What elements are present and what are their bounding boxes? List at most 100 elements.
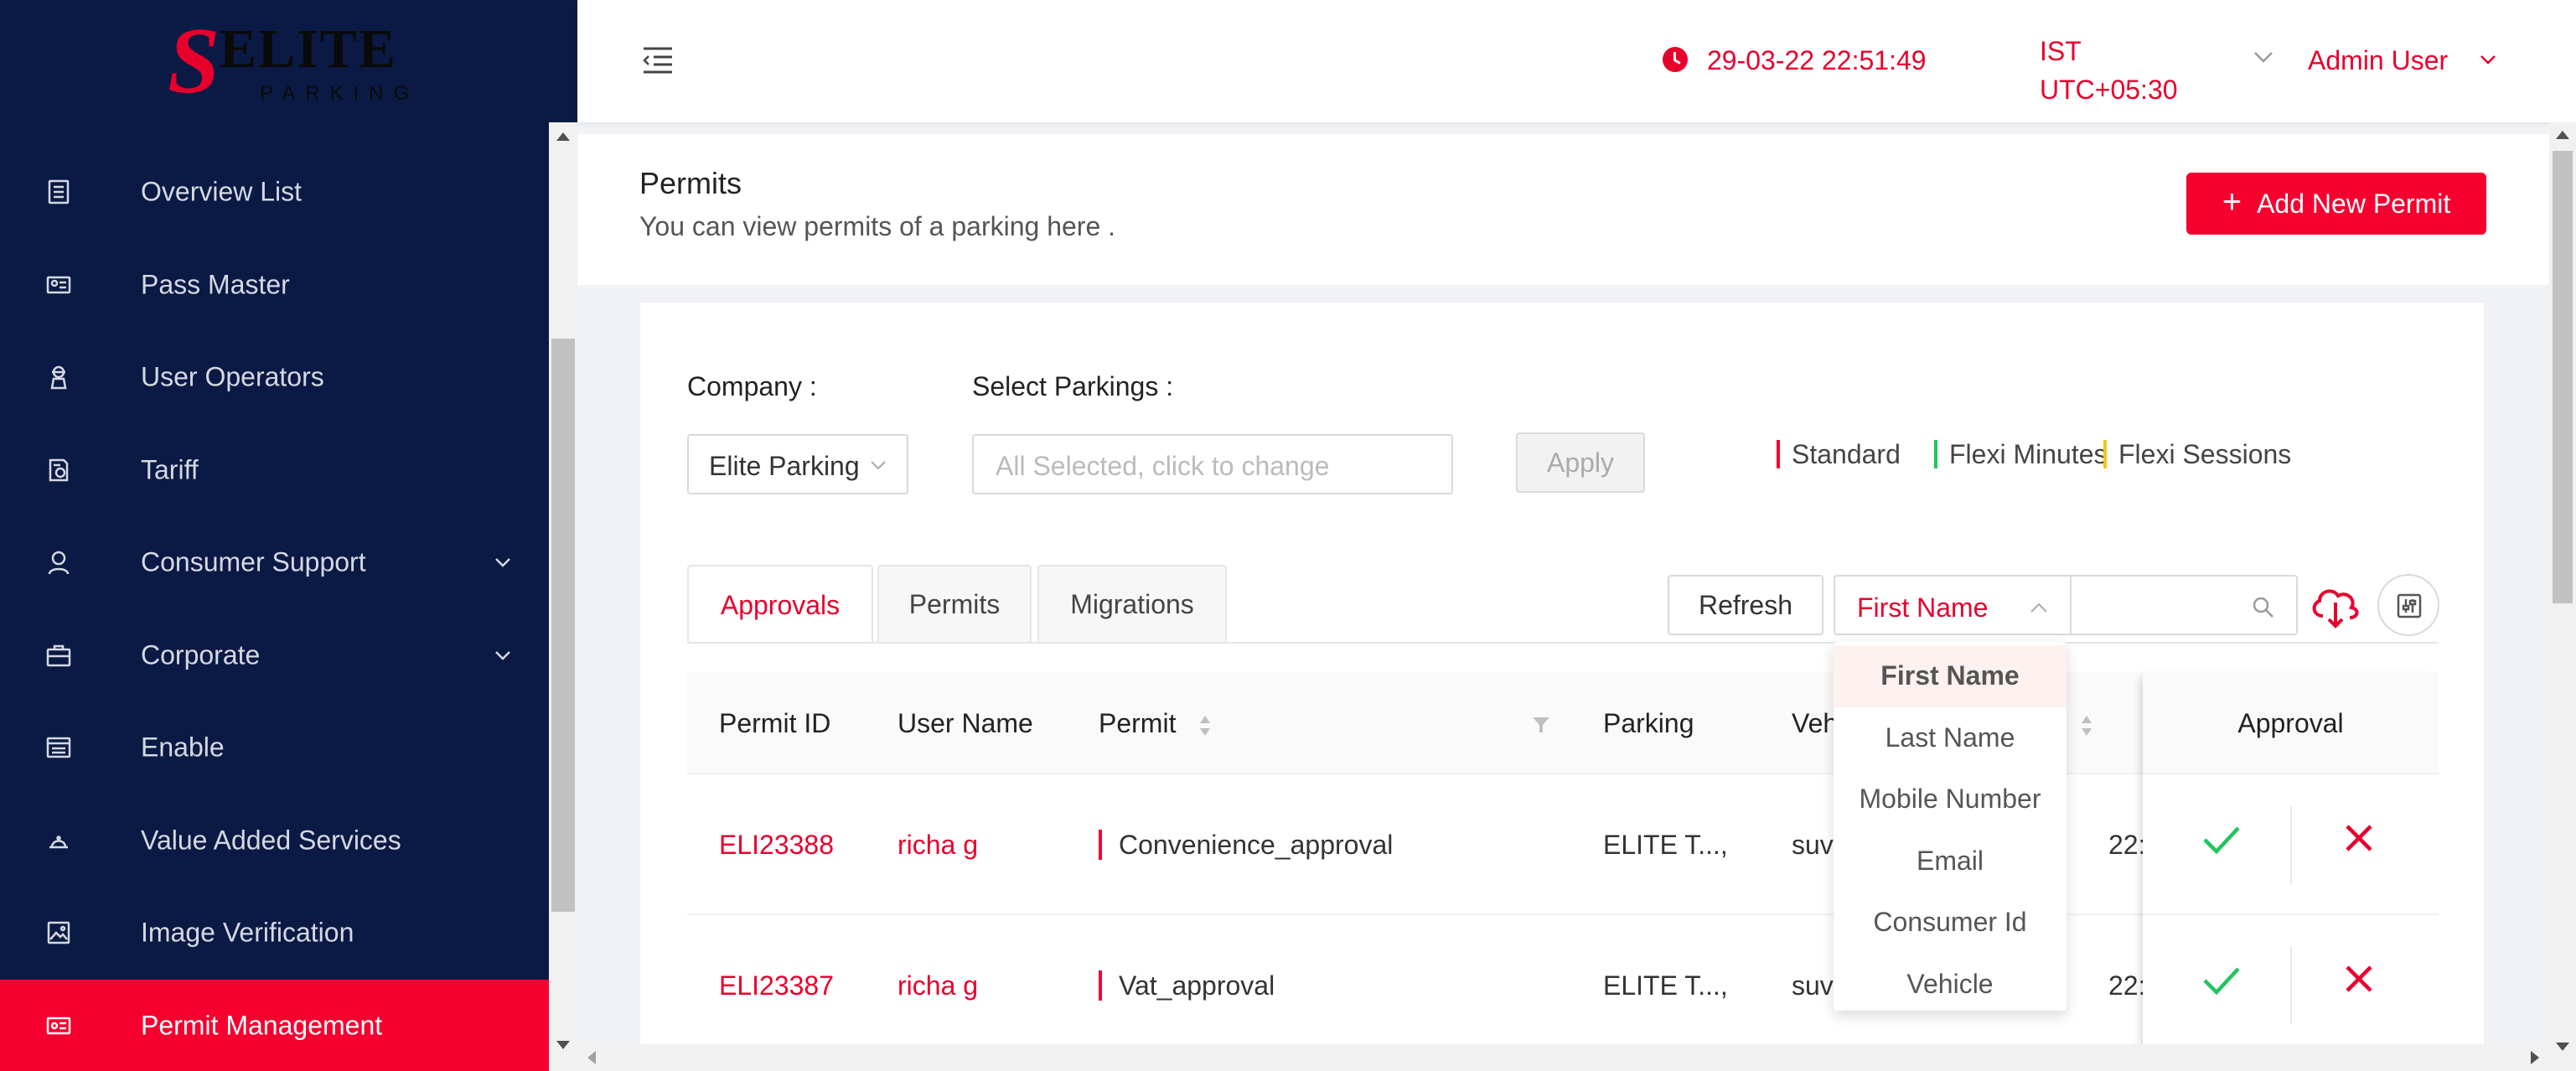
search-input[interactable] [2070, 575, 2298, 635]
chevron-down-icon[interactable] [494, 553, 512, 572]
permit-icon [46, 1017, 71, 1034]
chevron-down-icon[interactable] [2253, 50, 2273, 64]
tab-approvals[interactable]: Approvals [687, 565, 873, 644]
dropdown-option-consumer-id[interactable]: Consumer Id [1834, 892, 2066, 954]
timezone-name: IST [2040, 36, 2082, 66]
dropdown-option-email[interactable]: Email [1834, 830, 2066, 892]
column-parking: Parking [1603, 708, 1694, 738]
chevron-down-icon[interactable] [494, 646, 512, 665]
user-icon [48, 551, 70, 575]
sidebar-item-label: Overview List [141, 176, 303, 207]
scroll-right-arrow-icon[interactable] [2531, 1051, 2539, 1064]
dropdown-option-vehicle[interactable]: Vehicle [1834, 954, 2066, 1016]
column-permit[interactable]: Permit [1099, 672, 1176, 774]
page-title: Permits [639, 166, 742, 200]
sidebar-item-consumer-support[interactable]: Consumer Support [0, 516, 549, 609]
refresh-button[interactable]: Refresh [1668, 575, 1823, 635]
sidebar-item-tariff[interactable]: Tariff [0, 424, 549, 517]
sidebar-item-overview-list[interactable]: Overview List [0, 146, 549, 239]
column-settings-button[interactable] [2377, 574, 2439, 636]
sidebar-item-enable[interactable]: Enable [0, 701, 549, 794]
user-name-link[interactable]: richa g [897, 774, 978, 915]
tab-migrations[interactable]: Migrations [1037, 565, 1227, 642]
permit-id-link[interactable]: ELI23387 [719, 915, 834, 1056]
enable-icon [46, 737, 71, 758]
sidebar-scrollbar[interactable] [549, 122, 577, 1071]
sidebar-item-label: Consumer Support [141, 546, 366, 577]
add-new-permit-label: Add New Permit [2257, 188, 2451, 219]
apply-button[interactable]: Apply [1516, 432, 1645, 493]
sidebar-item-label: Pass Master [141, 269, 290, 300]
main-scroll-thumb[interactable] [2553, 151, 2573, 603]
scroll-left-arrow-icon[interactable] [587, 1051, 596, 1064]
search-icon[interactable] [2251, 595, 2274, 618]
user-menu[interactable]: Admin User [2308, 45, 2448, 76]
select-parkings-input[interactable]: All Selected, click to change [972, 434, 1453, 494]
sidebar-nav: Overview List Pass Master User Operators… [0, 146, 549, 1071]
sidebar-item-pass-master[interactable]: Pass Master [0, 239, 549, 332]
cloud-download-icon[interactable] [2308, 577, 2363, 633]
sidebar-item-value-added-services[interactable]: Value Added Services [0, 794, 549, 887]
approve-check-icon[interactable] [2201, 823, 2242, 856]
clock-icon [1663, 47, 1688, 72]
parkings-label: Select Parkings : [972, 371, 1174, 401]
permits-card: Company : Elite Parking Select Parkings … [639, 302, 2485, 1058]
scroll-up-arrow-icon[interactable] [556, 132, 570, 141]
tab-divider [687, 642, 2439, 644]
approval-cell [2143, 915, 2439, 1056]
sidebar-item-corporate[interactable]: Corporate [0, 609, 549, 702]
main-horizontal-scrollbar[interactable] [577, 1044, 2549, 1071]
chevron-down-icon[interactable] [2480, 54, 2496, 65]
permit-id-link[interactable]: ELI23388 [719, 774, 834, 915]
dropdown-option-last-name[interactable]: Last Name [1834, 707, 2066, 769]
add-new-permit-button[interactable]: + Add New Permit [2186, 173, 2486, 235]
tab-permits[interactable]: Permits [877, 565, 1032, 642]
main-vertical-scrollbar[interactable] [2549, 122, 2576, 1071]
page-subtitle: You can view permits of a parking here . [639, 211, 1116, 241]
sidebar-item-image-verification[interactable]: Image Verification [0, 887, 549, 980]
column-user-name: User Name [897, 708, 1033, 738]
chevron-down-icon [871, 461, 886, 470]
id-card-icon [46, 276, 71, 293]
sort-icon[interactable] [2080, 714, 2093, 737]
divider [2290, 806, 2292, 883]
sidebar-scroll-thumb[interactable] [551, 339, 575, 912]
legend-flexi-minutes: Flexi Minutes [1934, 437, 2108, 472]
filter-icon[interactable] [1532, 716, 1550, 734]
user-name-link[interactable]: richa g [897, 915, 978, 1056]
tariff-icon [49, 458, 69, 481]
parking-name: ELITE T..., [1603, 970, 1728, 1001]
approval-column: Approval [2143, 672, 2439, 1058]
sidebar-item-label: Tariff [141, 454, 199, 485]
sidebar-item-user-operators[interactable]: User Operators [0, 331, 549, 424]
company-label: Company : [687, 371, 817, 401]
reject-close-icon[interactable] [2344, 964, 2374, 994]
scroll-down-arrow-icon[interactable] [556, 1041, 570, 1049]
timezone-selector[interactable]: IST UTC+05:30 [2040, 32, 2178, 109]
sidebar-item-label: Enable [141, 732, 225, 763]
reject-close-icon[interactable] [2344, 823, 2374, 853]
logo-subtitle: PARKING [260, 82, 420, 105]
legend-flexi-sessions: Flexi Sessions [2103, 437, 2291, 472]
search-field-value: First Name [1857, 592, 1989, 623]
elite-parking-logo[interactable]: S ELITE PARKING [168, 9, 420, 113]
dropdown-option-first-name[interactable]: First Name [1834, 645, 2066, 707]
menu-fold-icon[interactable] [642, 46, 674, 75]
logo-s: S [168, 9, 220, 113]
approval-cell [2143, 774, 2439, 915]
sidebar-item-label: Corporate [141, 639, 261, 670]
service-icon [49, 836, 68, 848]
company-select[interactable]: Elite Parking [687, 434, 908, 494]
sort-icon[interactable] [1198, 714, 1212, 737]
briefcase-icon [46, 644, 71, 666]
column-permit-id: Permit ID [719, 708, 831, 738]
scroll-down-arrow-icon[interactable] [2556, 1043, 2569, 1051]
approve-check-icon[interactable] [2201, 964, 2242, 997]
search-field-select[interactable]: First Name [1834, 575, 2072, 635]
divider [2290, 947, 2292, 1024]
dropdown-option-mobile-number[interactable]: Mobile Number [1834, 768, 2066, 830]
scroll-up-arrow-icon[interactable] [2556, 131, 2569, 139]
vehicle-type: suv [1792, 970, 1834, 1001]
sidebar-item-permit-management[interactable]: Permit Management [0, 979, 549, 1071]
sidebar-item-label: Value Added Services [141, 825, 401, 856]
